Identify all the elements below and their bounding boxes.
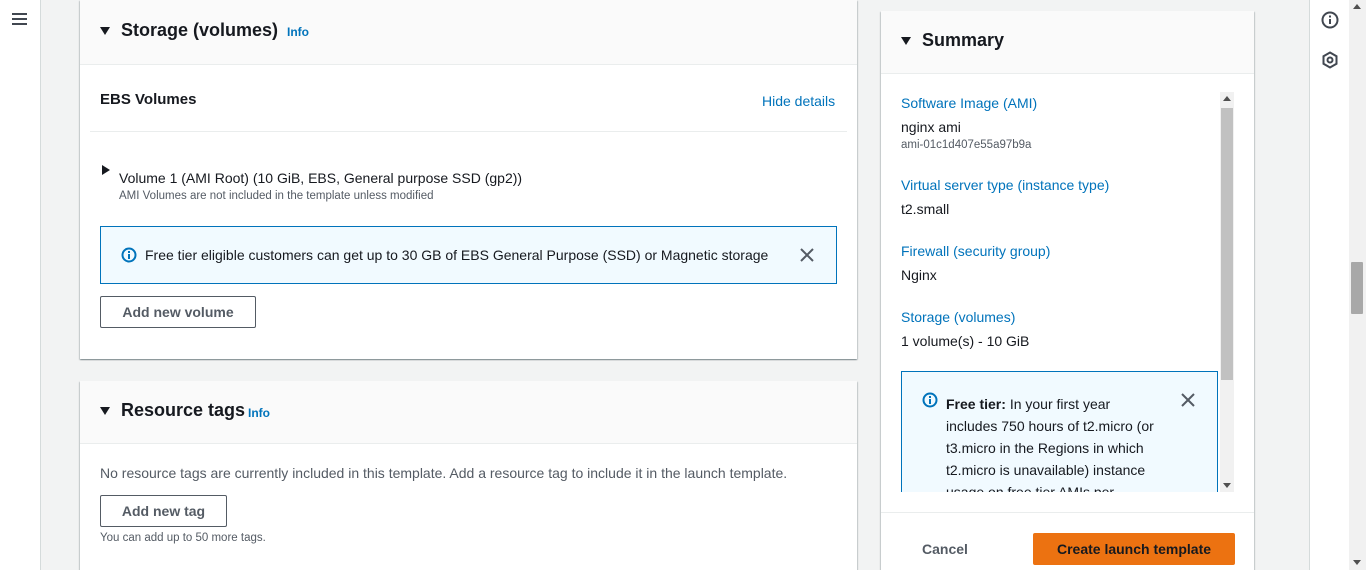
volume-note: AMI Volumes are not included in the temp… [119, 190, 434, 202]
summary-scrollbar-thumb[interactable] [1221, 108, 1233, 380]
ami-id: ami-01c1d407e55a97b9a [901, 139, 1032, 151]
storage-summary-label[interactable]: Storage (volumes) [901, 309, 1015, 325]
storage-summary-value: 1 volume(s) - 10 GiB [901, 333, 1030, 349]
firewall-label[interactable]: Firewall (security group) [901, 243, 1050, 259]
instance-type-value: t2.small [901, 201, 950, 217]
create-launch-template-button[interactable]: Create launch template [1033, 533, 1235, 565]
free-tier-bold: Free tier: [946, 396, 1006, 412]
left-nav-rail [0, 0, 41, 570]
free-tier-line-4: t2.micro is unavailable) instance [946, 462, 1146, 478]
add-new-volume-button[interactable]: Add new volume [100, 296, 256, 328]
scroll-down-arrow-icon[interactable] [1223, 483, 1231, 488]
free-tier-alert: Free tier: In your first year includes 7… [901, 371, 1218, 492]
storage-panel-header: Storage (volumes) Info [80, 0, 857, 65]
summary-scrollbar[interactable] [1220, 92, 1234, 492]
right-tools-rail [1309, 0, 1349, 570]
volume-1-label[interactable]: Volume 1 (AMI Root) (10 GiB, EBS, Genera… [119, 170, 522, 186]
collapse-caret-icon[interactable] [100, 407, 110, 415]
resource-tags-panel: Resource tags Info No resource tags are … [80, 381, 857, 570]
collapse-caret-icon[interactable] [901, 37, 911, 45]
close-icon[interactable] [1180, 392, 1196, 408]
hide-details-link[interactable]: Hide details [762, 93, 835, 109]
add-new-tag-button[interactable]: Add new tag [100, 495, 227, 527]
info-circle-icon [121, 247, 137, 263]
cancel-button[interactable]: Cancel [922, 541, 968, 557]
free-tier-line-1: Free tier: In your first year [946, 396, 1110, 412]
info-circle-icon [922, 392, 938, 408]
page-scroll-up-icon[interactable] [1353, 4, 1361, 9]
summary-footer-divider [881, 512, 1254, 513]
storage-title: Storage (volumes) [121, 20, 279, 40]
free-tier-text-1: In your first year [1009, 396, 1111, 412]
hamburger-menu-icon[interactable] [12, 13, 27, 26]
free-tier-storage-alert: Free tier eligible customers can get up … [100, 226, 837, 284]
summary-content: Software Image (AMI) nginx ami ami-01c1d… [881, 92, 1221, 492]
free-tier-line-3: t3.micro in the Regions in which [946, 440, 1144, 456]
page-scrollbar[interactable] [1349, 0, 1366, 570]
storage-panel: Storage (volumes) Info EBS Volumes Hide … [80, 0, 857, 359]
expand-volume-caret-icon[interactable] [102, 165, 110, 175]
summary-panel: Summary Software Image (AMI) nginx ami a… [881, 11, 1254, 570]
tag-limit-note: You can add up to 50 more tags. [100, 532, 266, 544]
settings-hex-icon[interactable] [1321, 51, 1339, 69]
scroll-up-arrow-icon[interactable] [1223, 96, 1231, 101]
resource-tags-title: Resource tags [121, 400, 246, 420]
info-icon[interactable] [1321, 11, 1339, 29]
resource-tags-info-link[interactable]: Info [248, 406, 270, 420]
page-scroll-down-icon[interactable] [1353, 560, 1361, 565]
summary-title: Summary [922, 30, 1005, 50]
instance-type-label[interactable]: Virtual server type (instance type) [901, 177, 1109, 193]
free-tier-line-5: usage on free tier AMIs per [946, 484, 1115, 492]
no-tags-text: No resource tags are currently included … [100, 465, 788, 481]
firewall-value: Nginx [901, 267, 937, 283]
ebs-volumes-heading: EBS Volumes [100, 91, 197, 108]
divider [90, 131, 847, 132]
free-tier-line-2: includes 750 hours of t2.micro (or [946, 418, 1154, 434]
page-scrollbar-thumb[interactable] [1351, 262, 1363, 314]
close-icon[interactable] [799, 247, 815, 263]
free-tier-storage-text: Free tier eligible customers can get up … [145, 247, 769, 263]
resource-tags-header: Resource tags Info [80, 381, 857, 444]
collapse-caret-icon[interactable] [100, 27, 110, 35]
ami-name: nginx ami [901, 119, 961, 135]
storage-info-link[interactable]: Info [287, 25, 309, 39]
summary-header: Summary [881, 11, 1254, 74]
ami-label[interactable]: Software Image (AMI) [901, 95, 1037, 111]
